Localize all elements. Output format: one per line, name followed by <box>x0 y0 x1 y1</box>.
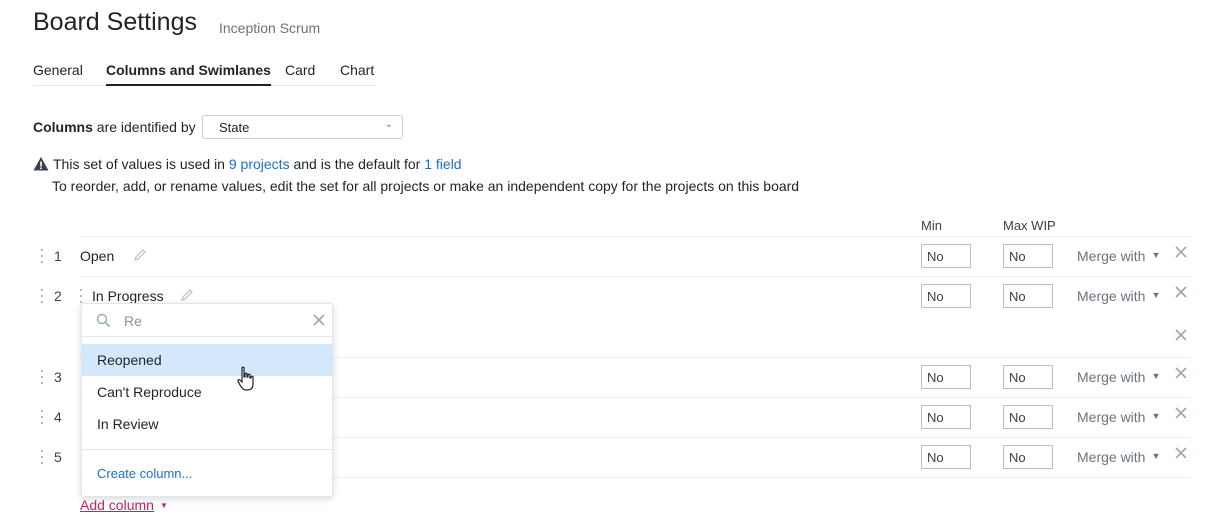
drag-handle-icon[interactable] <box>80 289 84 303</box>
min-input[interactable]: No <box>921 244 971 268</box>
search-icon <box>96 313 111 328</box>
min-header: Min <box>921 218 942 233</box>
max-wip-input[interactable]: No <box>1003 445 1053 469</box>
close-icon[interactable] <box>1173 405 1189 421</box>
tab-card[interactable]: Card <box>285 62 315 86</box>
popup-search-bar <box>82 304 332 337</box>
merge-with-dropdown[interactable]: Merge with ▼ <box>1077 288 1160 304</box>
add-column-label: Add column <box>80 497 154 513</box>
option-cant-reproduce[interactable]: Can't Reproduce <box>82 376 332 408</box>
create-column-link[interactable]: Create column... <box>97 466 192 481</box>
pencil-icon[interactable] <box>133 248 147 262</box>
drag-handle-icon[interactable] <box>41 289 45 303</box>
column-row: 1 Open No No Merge with ▼ <box>30 236 1191 276</box>
max-wip-input[interactable]: No <box>1003 244 1053 268</box>
option-in-review[interactable]: In Review <box>82 408 332 440</box>
row-number: 3 <box>54 369 62 385</box>
column-name: In Progress <box>92 288 164 304</box>
merge-with-dropdown[interactable]: Merge with ▼ <box>1077 369 1160 385</box>
merge-with-label: Merge with <box>1077 409 1146 425</box>
close-icon[interactable] <box>1173 244 1189 260</box>
columns-bold-label: Columns <box>33 118 93 135</box>
popup-search-input[interactable] <box>124 312 304 330</box>
max-wip-input[interactable]: No <box>1003 284 1053 308</box>
add-value-popup: Reopened Can't Reproduce In Review Creat… <box>81 303 333 497</box>
merge-with-dropdown[interactable]: Merge with ▼ <box>1077 409 1160 425</box>
column-field-select-value: State <box>219 120 250 135</box>
caret-down-icon: ▼ <box>1151 250 1161 260</box>
chevron-down-icon: ⌄ <box>384 119 393 130</box>
merge-with-dropdown[interactable]: Merge with ▼ <box>1077 449 1160 465</box>
merge-with-dropdown[interactable]: Merge with ▼ <box>1077 248 1160 264</box>
min-input[interactable]: No <box>921 405 971 429</box>
drag-handle-icon[interactable] <box>41 249 45 263</box>
page-title: Board Settings <box>33 8 197 36</box>
caret-down-icon: ▼ <box>1151 371 1161 381</box>
close-icon[interactable] <box>1173 284 1189 300</box>
option-reopened[interactable]: Reopened <box>82 344 332 376</box>
hand-cursor-icon <box>237 366 254 391</box>
shared-set-notice: This set of values is used in 9 projects… <box>33 156 462 172</box>
close-icon[interactable] <box>1173 327 1189 343</box>
clear-icon[interactable] <box>312 313 326 327</box>
merge-with-label: Merge with <box>1077 449 1146 465</box>
pencil-icon[interactable] <box>180 288 194 302</box>
max-wip-input[interactable]: No <box>1003 405 1053 429</box>
drag-handle-icon[interactable] <box>41 410 45 424</box>
row-number: 2 <box>54 288 62 304</box>
row-number: 1 <box>54 248 62 264</box>
projects-link[interactable]: 9 projects <box>229 156 290 172</box>
close-icon[interactable] <box>1173 445 1189 461</box>
column-name: Open <box>80 248 115 264</box>
tab-general[interactable]: General <box>33 62 83 86</box>
drag-handle-icon[interactable] <box>41 370 45 384</box>
columns-identified-label: Columns are identified by <box>33 114 196 139</box>
close-icon[interactable] <box>1173 365 1189 381</box>
field-link[interactable]: 1 field <box>424 156 461 172</box>
identified-by-label: are identified by <box>96 118 196 135</box>
tab-bar: General Columns and Swimlanes Card Chart <box>33 62 376 86</box>
notice-instructions: To reorder, add, or rename values, edit … <box>52 178 800 194</box>
row-number: 5 <box>54 449 62 465</box>
caret-down-icon: ▼ <box>1151 451 1161 461</box>
merge-with-label: Merge with <box>1077 369 1146 385</box>
board-name: Inception Scrum <box>219 20 321 36</box>
warning-icon <box>33 157 49 171</box>
column-field-select[interactable]: State ⌄ <box>202 115 403 139</box>
min-input[interactable]: No <box>921 365 971 389</box>
add-column-link[interactable]: Add column ▼ <box>80 497 168 513</box>
tab-columns-and-swimlanes[interactable]: Columns and Swimlanes <box>106 62 271 86</box>
min-input[interactable]: No <box>921 284 971 308</box>
max-wip-header: Max WIP <box>1003 218 1056 233</box>
caret-down-icon: ▼ <box>159 501 168 510</box>
caret-down-icon: ▼ <box>1151 290 1161 300</box>
notice-middle: and is the default for <box>293 156 421 172</box>
tab-chart[interactable]: Chart <box>340 62 374 86</box>
max-wip-input[interactable]: No <box>1003 365 1053 389</box>
min-input[interactable]: No <box>921 445 971 469</box>
merge-with-label: Merge with <box>1077 248 1146 264</box>
notice-prefix: This set of values is used in <box>53 156 225 172</box>
merge-with-label: Merge with <box>1077 288 1146 304</box>
caret-down-icon: ▼ <box>1151 411 1161 421</box>
row-number: 4 <box>54 409 62 425</box>
drag-handle-icon[interactable] <box>41 450 45 464</box>
